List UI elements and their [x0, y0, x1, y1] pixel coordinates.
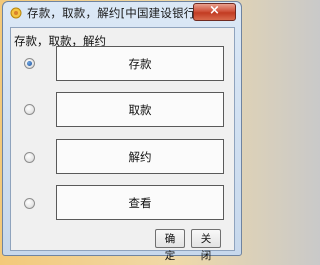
close-button[interactable]: 关闭: [191, 229, 221, 262]
close-icon: ×: [209, 3, 220, 18]
deposit-button[interactable]: 存款: [56, 46, 224, 81]
view-button[interactable]: 查看: [56, 185, 224, 220]
app-icon: [10, 7, 22, 19]
terminate-button[interactable]: 解约: [56, 139, 224, 174]
radio-withdraw[interactable]: [24, 104, 35, 115]
window-title: 存款，取款，解约[中国建设银行]: [27, 6, 201, 20]
ok-button[interactable]: 确定: [155, 229, 185, 262]
title-bar[interactable]: 存款，取款，解约[中国建设银行] ×: [3, 2, 241, 24]
dialog-window: 存款，取款，解约[中国建设银行] × 存款，取款，解约 存款 取款 解约 查看 …: [2, 1, 242, 262]
radio-deposit[interactable]: [24, 58, 35, 69]
radio-terminate[interactable]: [24, 152, 35, 163]
window-close-button[interactable]: ×: [193, 3, 236, 21]
client-area: 存款，取款，解约 存款 取款 解约 查看 确定 关闭: [10, 27, 235, 262]
radio-view[interactable]: [24, 198, 35, 209]
withdraw-button[interactable]: 取款: [56, 92, 224, 127]
